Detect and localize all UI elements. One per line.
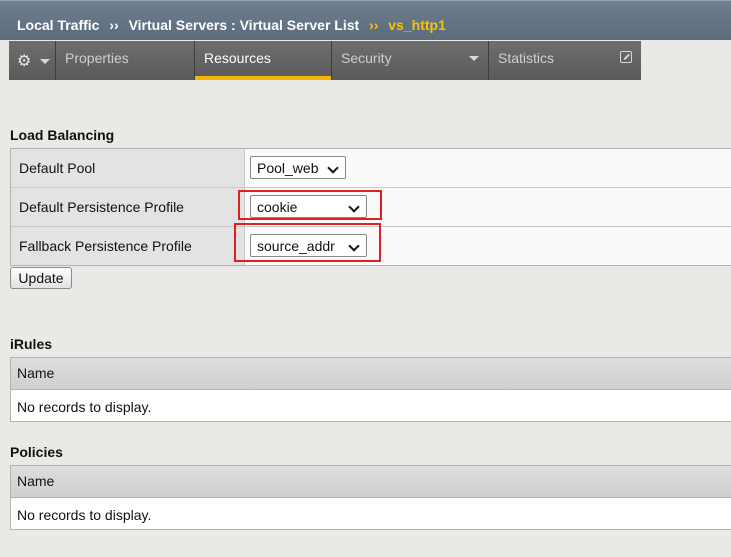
fallback-persistence-label: Fallback Persistence Profile [19, 238, 192, 254]
annotation-highlight-box [238, 190, 382, 220]
tab-bar: ⚙ Properties Resources Security Statisti… [9, 41, 641, 80]
default-pool-select[interactable]: Pool_web [250, 156, 346, 179]
irules-header-name[interactable]: Name [11, 358, 731, 390]
tab-statistics[interactable]: Statistics [489, 41, 641, 80]
gear-icon: ⚙ [17, 53, 32, 70]
breadcrumb-local-traffic[interactable]: Local Traffic [17, 17, 99, 33]
policies-header-name[interactable]: Name [11, 466, 731, 498]
irules-empty-row: No records to display. [11, 390, 731, 421]
tab-resources-label: Resources [204, 50, 271, 66]
irules-column-label: Name [17, 365, 55, 381]
chevron-down-icon [327, 162, 339, 174]
irules-table: Name No records to display. [10, 357, 731, 422]
load-balancing-title: Load Balancing [10, 127, 115, 143]
irules-title: iRules [10, 336, 53, 352]
breadcrumb-current: vs_http1 [388, 17, 446, 33]
default-pool-label: Default Pool [19, 160, 96, 176]
gear-menu-button[interactable]: ⚙ [9, 41, 56, 80]
breadcrumb-virtual-server-list[interactable]: Virtual Servers : Virtual Server List [129, 17, 360, 33]
tab-security[interactable]: Security [332, 41, 489, 80]
irules-empty-text: No records to display. [17, 399, 152, 415]
tab-security-label: Security [341, 50, 392, 66]
default-pool-value: Pool_web [257, 160, 319, 176]
annotation-highlight-box [234, 223, 381, 262]
chevron-down-icon [469, 56, 479, 61]
property-row-default-pool: Default Pool Pool_web [11, 149, 731, 188]
policies-title: Policies [10, 444, 63, 460]
tab-properties[interactable]: Properties [56, 41, 195, 80]
policies-column-label: Name [17, 473, 55, 489]
tab-properties-label: Properties [65, 50, 129, 66]
update-button[interactable]: Update [10, 267, 72, 289]
tab-statistics-label: Statistics [498, 50, 555, 66]
chevron-down-icon [40, 59, 50, 64]
external-link-icon[interactable] [620, 51, 632, 63]
policies-table: Name No records to display. [10, 465, 731, 530]
policies-empty-row: No records to display. [11, 498, 731, 529]
policies-empty-text: No records to display. [17, 507, 152, 523]
default-persistence-label: Default Persistence Profile [19, 199, 184, 215]
breadcrumb: Local Traffic ›› Virtual Servers : Virtu… [0, 0, 731, 40]
breadcrumb-separator: ›› [109, 17, 119, 33]
tab-resources[interactable]: Resources [195, 41, 332, 80]
breadcrumb-separator-current: ›› [369, 17, 379, 33]
